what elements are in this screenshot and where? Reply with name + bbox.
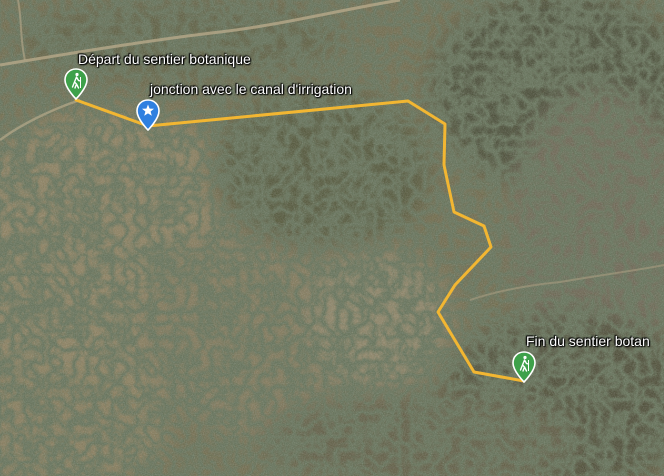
hiker-icon [64, 68, 88, 101]
end-marker-label: Fin du sentier botan [526, 333, 650, 349]
junction-marker-label: jonction avec le canal d'irrigation [150, 81, 352, 97]
start-marker[interactable] [64, 68, 88, 101]
hiker-icon [512, 351, 536, 384]
satellite-map[interactable]: Départ du sentier botanique jonction ave… [0, 0, 664, 476]
star-icon [136, 99, 160, 132]
route-line [74, 98, 526, 383]
end-marker[interactable] [512, 351, 536, 384]
hiking-route [74, 98, 526, 383]
start-marker-label: Départ du sentier botanique [78, 51, 251, 67]
junction-marker[interactable] [136, 99, 160, 132]
